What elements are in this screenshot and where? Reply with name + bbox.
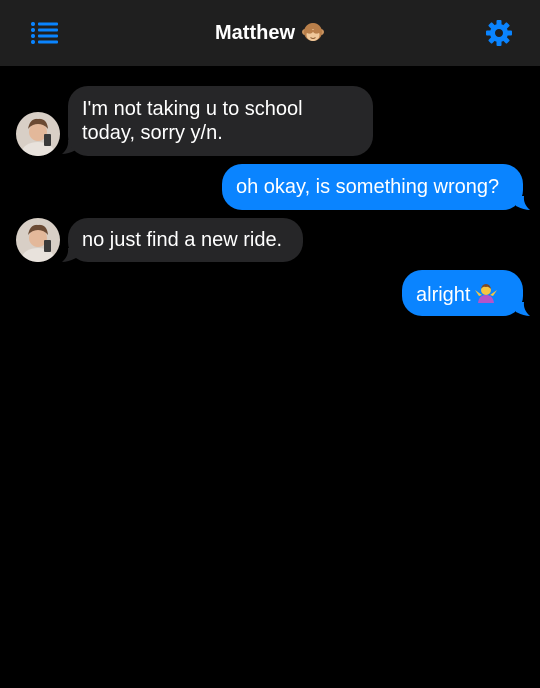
incoming-message[interactable]: no just find a new ride. [68,218,303,262]
message-text: today, sorry y/n. [82,122,223,144]
contact-avatar[interactable] [16,218,60,262]
bubble-tail [516,196,530,210]
outgoing-message[interactable]: oh okay, is something wrong? [222,164,523,210]
gear-icon [486,20,512,46]
bubble-tail [516,302,530,316]
see-no-evil-monkey-icon [301,21,325,45]
chat-header: Matthew [0,0,540,66]
contact-avatar[interactable] [16,112,60,156]
message-text: alright [416,284,471,306]
message-text: no just find a new ride. [82,229,283,251]
contact-name: Matthew [215,21,295,44]
message-text: oh okay, is something wrong? [236,176,500,198]
conversation-title[interactable]: Matthew [0,0,540,66]
settings-button[interactable] [485,19,513,47]
person-shrugging-icon [474,281,498,305]
incoming-message[interactable]: I'm not taking u to school today, sorry … [68,86,373,156]
message-text: I'm not taking u to school [82,98,303,120]
outgoing-message[interactable]: alright [402,270,523,316]
